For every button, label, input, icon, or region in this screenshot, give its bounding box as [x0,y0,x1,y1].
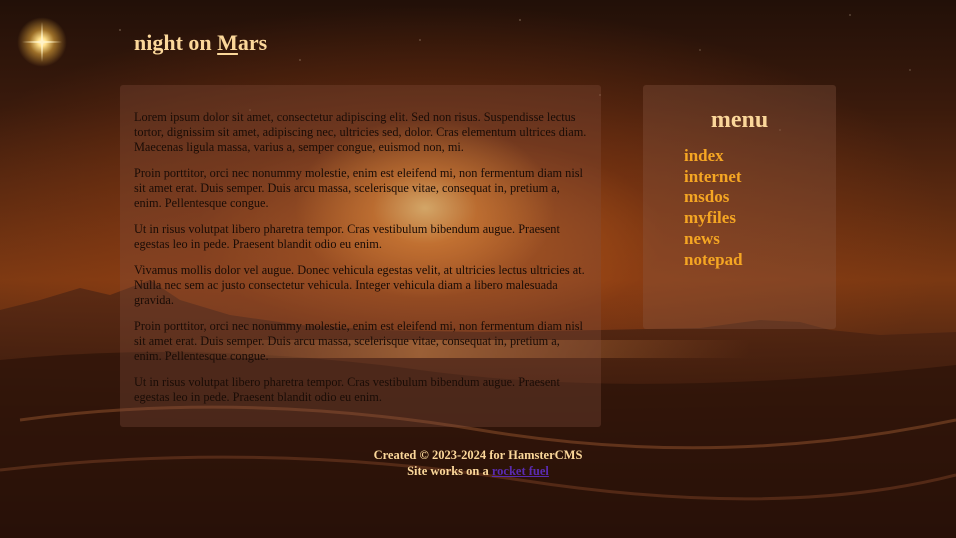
content-paragraph: Ut in risus volutpat libero pharetra tem… [134,375,560,404]
main-content-panel: Lorem ipsum dolor sit amet, consectetur … [120,85,601,427]
menu-item-index: index [684,146,836,167]
site-title-underlined-letter: M [217,30,238,55]
logo-ray-vertical [41,22,43,62]
content-paragraph: Proin porttitor, orci nec nonummy molest… [134,319,583,363]
menu-link-index[interactable]: index [684,146,724,165]
menu-item-msdos: msdos [684,187,836,208]
menu-item-myfiles: myfiles [684,208,836,229]
rocket-fuel-link[interactable]: rocket fuel [492,464,549,478]
content-paragraph: Ut in risus volutpat libero pharetra tem… [134,222,560,251]
menu-link-news[interactable]: news [684,229,720,248]
content-paragraph: Vivamus mollis dolor vel augue. Donec ve… [134,263,585,307]
menu-list: index internet msdos myfiles news notepa… [643,146,836,270]
menu-item-notepad: notepad [684,250,836,271]
site-title-prefix: night on [134,30,218,55]
menu-link-notepad[interactable]: notepad [684,250,743,269]
menu-item-news: news [684,229,836,250]
site-title: night on Mars [134,30,267,56]
menu-link-myfiles[interactable]: myfiles [684,208,736,227]
content-paragraph: Proin porttitor, orci nec nonummy molest… [134,166,583,210]
menu-heading: menu [710,107,769,133]
footer-copyright: Created © 2023-2024 for HamsterCMS [373,448,583,462]
footer-powered-by: Site works on a rocket fuel [300,463,656,479]
menu-link-internet[interactable]: internet [684,167,742,186]
menu-item-internet: internet [684,167,836,188]
footer-powered-prefix: Site works on a [407,464,492,478]
menu-link-msdos[interactable]: msdos [684,187,729,206]
footer: Created © 2023-2024 for HamsterCMS Site … [300,447,656,479]
menu-panel: menu index internet msdos myfiles news n… [643,85,836,329]
site-title-suffix: ars [237,30,268,55]
sun-star-icon[interactable] [17,17,67,67]
content-paragraph: Lorem ipsum dolor sit amet, consectetur … [134,110,587,154]
